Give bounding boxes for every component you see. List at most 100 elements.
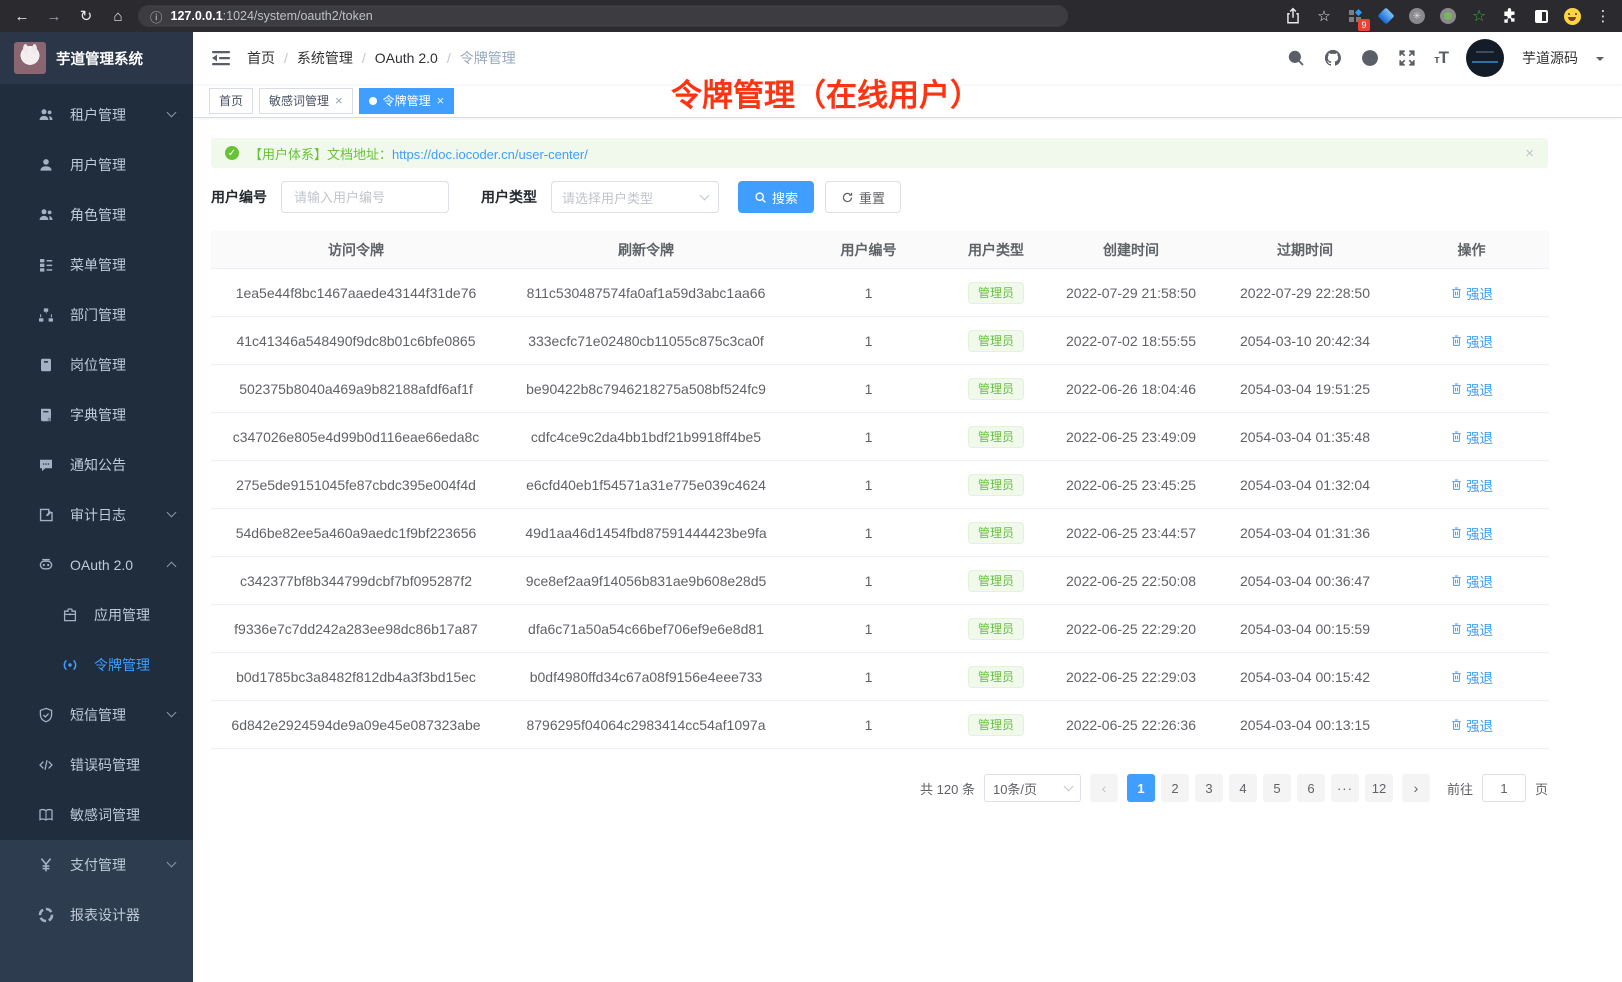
force-logout-button[interactable]: 强退 (1450, 331, 1493, 351)
table-header-cell: 用户类型 (946, 240, 1046, 260)
page-button-5[interactable]: 5 (1263, 774, 1291, 802)
sidebar-item-role-management[interactable]: 角色管理 (0, 190, 193, 240)
page-button-4[interactable]: 4 (1229, 774, 1257, 802)
force-logout-button[interactable]: 强退 (1450, 523, 1493, 543)
sidebar-item-dict-management[interactable]: 字典管理 (0, 390, 193, 440)
profile-avatar-icon[interactable] (1563, 7, 1581, 25)
trash-icon-label: 强退 (1466, 331, 1493, 351)
user-dropdown-caret-icon[interactable] (1596, 57, 1604, 65)
sidebar-item-sms-management[interactable]: 短信管理 (0, 690, 193, 740)
sidebar-item-notice-announcement[interactable]: 通知公告 (0, 440, 193, 490)
force-logout-button[interactable]: 强退 (1450, 475, 1493, 495)
page-button-1[interactable]: 1 (1127, 774, 1155, 802)
asterisk-extension-icon[interactable]: ✳ (1408, 7, 1426, 25)
search-button[interactable]: 搜索 (738, 181, 814, 213)
gem-extension-icon[interactable] (1377, 7, 1395, 25)
org-icon (38, 307, 54, 323)
user-avatar[interactable] (1466, 39, 1504, 77)
browser-url-bar[interactable]: ⓘ 127.0.0.1:1024/system/oauth2/token (138, 5, 1068, 27)
sidebar-item-dept-management[interactable]: 部门管理 (0, 290, 193, 340)
sidebar-item-error-code-management[interactable]: 错误码管理 (0, 740, 193, 790)
username[interactable]: 芋道源码 (1522, 48, 1578, 68)
page-button-2[interactable]: 2 (1161, 774, 1189, 802)
star-extension-icon[interactable]: ☆ (1470, 7, 1488, 25)
action-cell: 强退 (1394, 571, 1549, 591)
fullscreen-icon[interactable] (1397, 49, 1416, 68)
trash-icon-label: 强退 (1466, 475, 1493, 495)
prev-page-button[interactable]: ‹ (1090, 774, 1118, 802)
doc-link[interactable]: https://doc.iocoder.cn/user-center/ (392, 147, 588, 162)
split-screen-icon[interactable] (1532, 7, 1550, 25)
app-logo[interactable]: 芋道管理系统 (0, 32, 193, 84)
bookmark-star-icon[interactable]: ☆ (1315, 7, 1333, 25)
font-size-icon[interactable]: тT (1434, 48, 1448, 68)
trash-icon-label: 强退 (1466, 283, 1493, 303)
sidebar-item-menu-management[interactable]: 菜单管理 (0, 240, 193, 290)
alert-close-icon[interactable]: × (1525, 145, 1534, 162)
user-id-input[interactable] (281, 181, 449, 213)
browser-home-icon[interactable]: ⌂ (106, 8, 130, 25)
breadcrumb-system[interactable]: 系统管理 (297, 48, 353, 68)
sidebar-item-sensitive-word-management[interactable]: 敏感词管理 (0, 790, 193, 840)
user-type-select[interactable]: 请选择用户类型 (551, 181, 719, 213)
tab-token[interactable]: 令牌管理 × (359, 88, 455, 114)
sidebar-item-post-management[interactable]: 岗位管理 (0, 340, 193, 390)
force-logout-button[interactable]: 强退 (1450, 427, 1493, 447)
sidebar-item-oauth2-token[interactable]: 令牌管理 (0, 640, 193, 690)
page-button-3[interactable]: 3 (1195, 774, 1223, 802)
chevron-down-icon (167, 508, 177, 518)
user-id-label: 用户编号 (211, 187, 267, 207)
page-button-6[interactable]: 6 (1297, 774, 1325, 802)
browser-forward-icon[interactable]: → (42, 8, 66, 25)
sidebar-item-pay-management[interactable]: 支付管理 (0, 840, 193, 890)
record-extension-icon[interactable] (1439, 7, 1457, 25)
help-icon[interactable] (1360, 49, 1379, 68)
force-logout-button[interactable]: 强退 (1450, 571, 1493, 591)
tab-sensitive-word[interactable]: 敏感词管理 × (259, 88, 353, 114)
browser-reload-icon[interactable]: ↻ (74, 7, 98, 25)
puzzle-extensions-icon[interactable] (1501, 7, 1519, 25)
sidebar-item-user-management[interactable]: 用户管理 (0, 140, 193, 190)
site-info-icon[interactable]: ⓘ (150, 7, 163, 26)
breadcrumb-home[interactable]: 首页 (247, 48, 275, 68)
pagination-more-icon[interactable]: ··· (1331, 774, 1359, 802)
table-header-cell: 创建时间 (1046, 240, 1216, 260)
sidebar-item-label: 应用管理 (94, 605, 150, 625)
sidebar-item-report-designer[interactable]: 报表设计器 (0, 890, 193, 940)
sidebar-item-label: 字典管理 (70, 405, 126, 425)
tab-home[interactable]: 首页 (209, 88, 253, 114)
share-icon[interactable] (1284, 7, 1302, 25)
force-logout-button[interactable]: 强退 (1450, 619, 1493, 639)
sidebar-item-audit-log[interactable]: 审计日志 (0, 490, 193, 540)
sidebar-item-tenant-management[interactable]: 租户管理 (0, 90, 193, 140)
sidebar-toggle-icon[interactable] (211, 48, 231, 68)
log-icon (38, 507, 54, 523)
sidebar-item-oauth2-application[interactable]: 应用管理 (0, 590, 193, 640)
open-book-icon (38, 807, 54, 823)
next-page-button[interactable]: › (1402, 774, 1430, 802)
browser-menu-icon[interactable]: ⋮ (1594, 7, 1612, 25)
search-icon[interactable] (1286, 49, 1305, 68)
expire-time-cell: 2054-03-10 20:42:34 (1216, 333, 1394, 349)
tab-close-icon[interactable]: × (437, 94, 445, 107)
shield-icon (38, 707, 54, 723)
tab-close-icon[interactable]: × (335, 94, 343, 107)
goto-page-input[interactable] (1482, 774, 1526, 802)
browser-back-icon[interactable]: ← (10, 8, 34, 25)
table-header-cell: 过期时间 (1216, 240, 1394, 260)
page-size-select[interactable]: 10条/页 (984, 774, 1081, 802)
breadcrumb-oauth2[interactable]: OAuth 2.0 (375, 50, 438, 66)
sidebar-item-label: OAuth 2.0 (70, 557, 133, 573)
page-button-12[interactable]: 12 (1365, 774, 1393, 802)
access-token-cell: 6d842e2924594de9a09e45e087323abe (211, 717, 501, 733)
github-icon[interactable] (1323, 49, 1342, 68)
sidebar-item-oauth2[interactable]: OAuth 2.0 (0, 540, 193, 590)
user-type-cell: 管理员 (946, 378, 1046, 400)
force-logout-button[interactable]: 强退 (1450, 667, 1493, 687)
force-logout-button[interactable]: 强退 (1450, 283, 1493, 303)
reset-button[interactable]: 重置 (825, 181, 901, 213)
force-logout-button[interactable]: 强退 (1450, 379, 1493, 399)
extension-tiles-icon[interactable]: 9 (1346, 7, 1364, 25)
force-logout-button[interactable]: 强退 (1450, 715, 1493, 735)
chevron-down-icon (167, 708, 177, 718)
